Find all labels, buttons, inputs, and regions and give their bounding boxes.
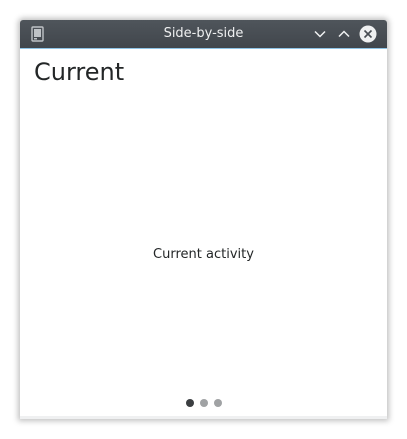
title-bar[interactable]: Side-by-side xyxy=(20,20,387,49)
page-dot-2[interactable] xyxy=(199,399,208,407)
chevron-up-icon xyxy=(338,30,350,38)
maximize-button[interactable] xyxy=(334,24,354,44)
page-dot-1[interactable] xyxy=(185,399,194,407)
page-title: Current xyxy=(34,58,125,86)
close-icon xyxy=(359,25,377,43)
window-title: Side-by-side xyxy=(163,26,244,41)
page-dot-3[interactable] xyxy=(213,399,222,407)
close-button[interactable] xyxy=(358,24,378,44)
app-window: Side-by-side Current Current activity xyxy=(20,20,387,419)
window-bottom-border xyxy=(20,416,387,419)
activity-label: Current activity xyxy=(153,247,254,262)
chevron-down-icon xyxy=(314,30,326,38)
page-indicator xyxy=(20,399,387,409)
page-content[interactable]: Current Current activity xyxy=(20,49,387,416)
minimize-button[interactable] xyxy=(310,24,330,44)
